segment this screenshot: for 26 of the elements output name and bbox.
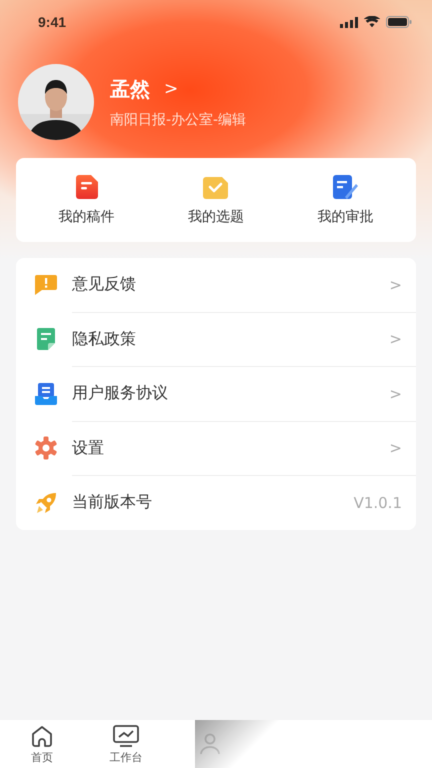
organization-label: 南阳日报-办公室-编辑 [110, 110, 246, 128]
note-icon [35, 327, 57, 352]
menu-item[interactable]: 隐私政策 [72, 328, 136, 350]
tab-button[interactable]: 首页 [0, 720, 84, 768]
settings-icon [34, 436, 58, 460]
signal-icon [340, 16, 358, 28]
shortcut-button[interactable]: 我的稿件 [32, 170, 142, 230]
version-label: V1.0.1 [354, 494, 402, 512]
shortcut-button[interactable]: 我的选题 [160, 170, 271, 230]
alert-message-icon [34, 272, 58, 297]
shortcut-button[interactable]: 我的审批 [290, 170, 400, 230]
menu-item[interactable]: 用户服务协议 [72, 383, 168, 404]
rocket-icon [34, 490, 58, 515]
monitor-chart-icon [112, 724, 140, 748]
status-time: 9:41 [38, 14, 66, 30]
inbox-icon [34, 382, 58, 406]
menu-item[interactable]: 设置 [72, 438, 104, 459]
home-icon [30, 724, 54, 748]
document-icon [74, 174, 100, 200]
menu-item[interactable]: 意见反馈 [72, 274, 136, 296]
edit-document-icon [331, 174, 360, 200]
checkmark-icon [202, 174, 230, 200]
battery-icon [386, 16, 412, 28]
wifi-icon [364, 16, 380, 28]
menu-item[interactable]: 当前版本号 [72, 492, 152, 514]
tab-button[interactable]: 工作台 [84, 720, 168, 768]
